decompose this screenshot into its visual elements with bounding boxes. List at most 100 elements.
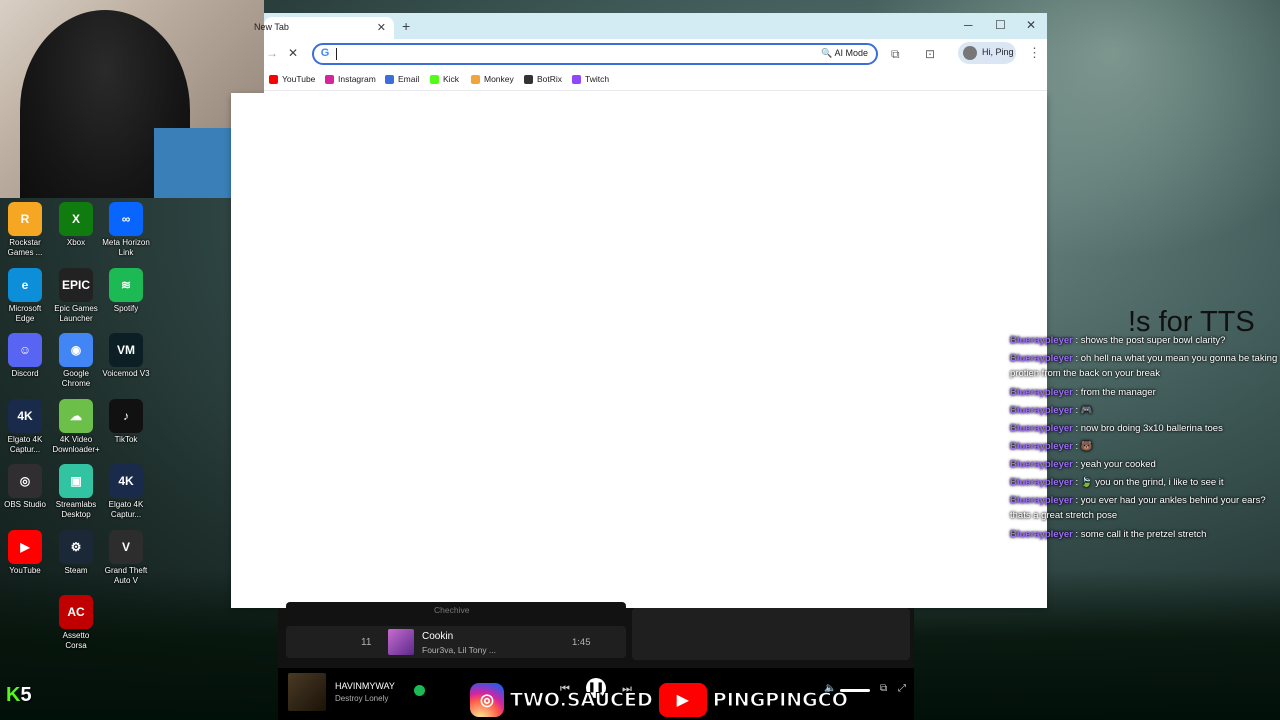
desktop-icon-grand-theft-auto-v[interactable]: V Grand Theft Auto V (101, 529, 151, 586)
desktop-icon-label: Steam (64, 565, 88, 575)
ai-mode-button[interactable]: 🔍 AI Mode (821, 48, 868, 59)
desktop-icon-label: Epic Games Launcher (54, 303, 98, 323)
avatar (963, 46, 977, 60)
bookmark-youtube[interactable]: YouTube (269, 74, 315, 84)
bookmark-label: BotRix (537, 74, 563, 84)
now-playing-artist[interactable]: Destroy Lonely (335, 694, 388, 703)
chat-separator: : (1072, 477, 1081, 488)
desktop-icon-tiktok[interactable]: ♪ TikTok (101, 398, 151, 445)
miniplayer-icon[interactable]: ⧉ (880, 683, 887, 694)
desktop-icon-google-chrome[interactable]: ◉ Google Chrome (51, 333, 101, 389)
desktop-icon-spotify[interactable]: ≋ Spotify (101, 267, 151, 314)
fullscreen-icon[interactable]: ⤢ (898, 683, 906, 694)
desktop-icon-discord[interactable]: ☺ Discord (0, 333, 50, 379)
app-icon: AC (59, 595, 93, 629)
youtube-icon (269, 74, 278, 84)
chat-username: Blueraypleyer (1010, 529, 1073, 540)
profile-button[interactable]: Hi, Ping (958, 42, 1016, 64)
chat-username: Blueraypleyer (1010, 405, 1073, 416)
desktop-icon-streamlabs-desktop[interactable]: ▣ Streamlabs Desktop (51, 464, 101, 520)
browser-page-content (231, 93, 1047, 608)
webcam-overlay (0, 0, 264, 198)
bookmark-email[interactable]: Email (385, 74, 419, 84)
desktop-icon-meta-horizon-link[interactable]: ∞ Meta Horizon Link (101, 202, 151, 258)
maximize-icon[interactable]: ☐ (995, 18, 1006, 32)
chat-separator: : (1072, 495, 1081, 506)
chat-text: 🐻 (1080, 441, 1093, 452)
desktop-icon-label: Assetto Corsa (62, 631, 90, 650)
bookmark-kick[interactable]: Kick (430, 74, 459, 84)
bookmark-monkey[interactable]: Monkey (471, 74, 514, 84)
menu-icon[interactable]: ⋮ (1028, 45, 1041, 61)
chat-text: some call it the pretzel stretch (1080, 529, 1207, 540)
chat-message: Blueraypleyer : yeah your cooked (1010, 457, 1278, 472)
bookmark-label: Monkey (484, 74, 514, 84)
liked-check-icon[interactable] (414, 685, 425, 696)
profile-label: Hi, Ping (982, 47, 1014, 57)
chat-username: Blueraypleyer (1010, 335, 1073, 346)
track-row[interactable]: 11 Cookin Four3va, Lil Tony ... 1:45 (286, 626, 626, 658)
botrix-icon (524, 74, 533, 84)
chat-message: Blueraypleyer : now bro doing 3x10 balle… (1010, 421, 1278, 436)
google-icon: G (320, 47, 330, 59)
spotify-side-panel (632, 608, 910, 660)
close-window-icon[interactable]: ✕ (1026, 18, 1036, 32)
chat-separator: : (1072, 387, 1081, 398)
prev-track-artist: Chechive (434, 605, 470, 615)
chat-text: 🍃 you on the grind, i like to see it (1080, 477, 1224, 488)
desktop-icon-assetto-corsa[interactable]: AC Assetto Corsa (51, 595, 101, 651)
bookmark-twitch[interactable]: Twitch (572, 74, 609, 84)
chat-message: Blueraypleyer : shows the post super bow… (1010, 333, 1278, 348)
browser-toolbar: → ✕ G 🔍 AI Mode ⧉ ⊡ Hi, Ping ⋮ (264, 39, 1047, 69)
now-playing-title[interactable]: HAVINMYWAY (335, 681, 395, 691)
track-artists[interactable]: Four3va, Lil Tony ... (422, 645, 496, 655)
desktop-icon-xbox[interactable]: X Xbox (51, 202, 101, 248)
desktop-icon-label: 4K Video Downloader+ (52, 434, 100, 454)
extensions-icon[interactable]: ⧉ (891, 47, 900, 62)
desktop-icon-rockstar-games[interactable]: R Rockstar Games ... (0, 202, 50, 258)
desktop-icon-4k-video-downloader[interactable]: ☁ 4K Video Downloader+ (51, 398, 101, 455)
desktop-icon-label: Elgato 4K Captur... (7, 434, 43, 454)
app-icon: X (59, 202, 93, 236)
chat-separator: : (1072, 423, 1081, 434)
desktop-icon-elgato-4k-captur[interactable]: 4K Elgato 4K Captur... (101, 464, 151, 520)
address-bar[interactable]: G 🔍 AI Mode (312, 43, 878, 65)
new-tab-plus-icon[interactable]: + (402, 18, 410, 34)
bookmark-botrix[interactable]: BotRix (524, 74, 562, 84)
chat-message: Blueraypleyer : 🎮 (1010, 403, 1278, 418)
chat-text: 🎮 (1080, 405, 1093, 416)
youtube-handle: PINGPINGCO (712, 689, 848, 712)
tab-new-tab[interactable]: New Tab ✕ (254, 17, 394, 39)
desktop-icon-voicemod-v3[interactable]: VM Voicemod V3 (101, 333, 151, 379)
desktop-icon-obs-studio[interactable]: ◎ OBS Studio (0, 464, 50, 510)
desktop-icon-label: Discord (11, 369, 39, 378)
chat-separator: : (1072, 405, 1081, 416)
forward-icon[interactable]: → (266, 46, 278, 60)
tab-close-icon[interactable]: ✕ (377, 21, 386, 34)
tab-search-icon[interactable]: ⊡ (925, 47, 935, 61)
desktop-icon-label: TikTok (114, 434, 138, 444)
chat-separator: : (1072, 335, 1081, 346)
app-icon: 4K (109, 464, 143, 498)
app-icon: e (8, 267, 42, 302)
desktop-icon-epic-games-launcher[interactable]: EPIC Epic Games Launcher (51, 267, 101, 324)
desktop-icon-microsoft-edge[interactable]: e Microsoft Edge (0, 267, 50, 324)
desktop-icon-youtube[interactable]: ▶ YouTube (0, 529, 50, 576)
bookmark-label: Instagram (338, 74, 376, 84)
chat-separator: : (1072, 529, 1081, 540)
chat-text: from the manager (1080, 387, 1156, 398)
desktop-icon-elgato-4k-captur[interactable]: 4K Elgato 4K Captur... (0, 398, 50, 455)
track-row-prev[interactable]: Chechive (286, 602, 626, 622)
bookmark-instagram[interactable]: Instagram (325, 74, 376, 84)
instagram-handle: TWO.SAUCED (510, 689, 654, 712)
track-title[interactable]: Cookin (422, 631, 453, 642)
text-caret (336, 48, 337, 60)
chat-username: Blueraypleyer (1010, 495, 1073, 506)
minimize-icon[interactable]: ─ (964, 18, 973, 32)
stop-icon[interactable]: ✕ (288, 46, 298, 60)
chat-username: Blueraypleyer (1010, 477, 1073, 488)
monkey-icon (471, 74, 480, 84)
desktop-icon-label: Elgato 4K Captur... (108, 500, 144, 519)
desktop-icon-steam[interactable]: ⚙ Steam (51, 529, 101, 576)
chat-message: Blueraypleyer : some call it the pretzel… (1010, 527, 1278, 542)
